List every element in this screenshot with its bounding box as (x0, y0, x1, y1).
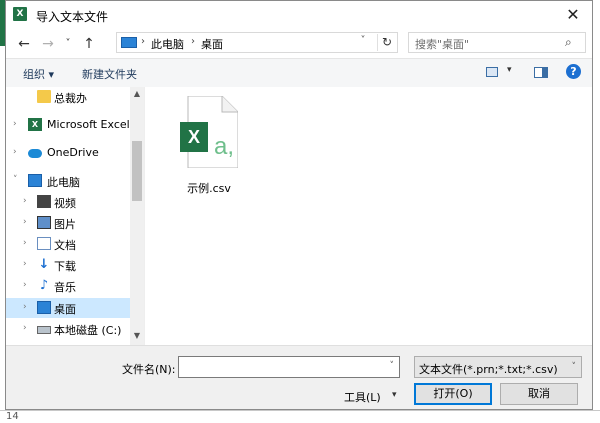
breadcrumb-separator: › (141, 36, 145, 47)
close-button[interactable]: ✕ (554, 1, 592, 29)
filename-label: 文件名(N): (122, 363, 176, 376)
sidebar-item-label: 此电脑 (47, 176, 80, 189)
dialog-footer: 文件名(N): ˅ 文本文件(*.prn;*.txt;*.csv) ˅ 工具(L… (6, 345, 592, 409)
computer-icon (121, 37, 137, 48)
navigation-pane: 总裁办 › X Microsoft Excel › OneDrive ˅ 此电脑… (6, 87, 144, 345)
sidebar-item-local-disk-c[interactable]: › 本地磁盘 (C:) (6, 319, 130, 339)
sidebar-item-desktop[interactable]: › 桌面 (6, 298, 130, 318)
excel-icon: X (28, 118, 42, 131)
filename-input[interactable]: ˅ (178, 356, 400, 378)
file-name: 示例.csv (187, 182, 231, 195)
documents-icon (37, 237, 51, 250)
command-bar: 组织 ▾ 新建文件夹 ▾ ? (6, 58, 592, 88)
pictures-icon (37, 216, 51, 229)
sidebar-item-president-office[interactable]: 总裁办 (6, 87, 130, 107)
refresh-button[interactable]: ↻ (377, 34, 396, 51)
sidebar-item-documents[interactable]: › 文档 (6, 234, 130, 254)
sidebar-item-label: 桌面 (54, 303, 76, 316)
sidebar-item-label: 本地磁盘 (C:) (54, 324, 122, 337)
search-placeholder: 搜索"桌面" (415, 38, 470, 51)
sidebar-item-microsoft-excel[interactable]: › X Microsoft Excel (6, 115, 130, 135)
breadcrumb-this-pc[interactable]: 此电脑 (151, 36, 184, 52)
chevron-right-icon[interactable]: › (23, 238, 27, 248)
help-icon[interactable]: ? (566, 64, 581, 79)
sidebar-item-this-pc[interactable]: ˅ 此电脑 (6, 171, 130, 191)
onedrive-icon (28, 149, 42, 158)
scroll-up-icon[interactable]: ▲ (130, 89, 144, 98)
chevron-right-icon[interactable]: › (13, 119, 17, 129)
up-button[interactable]: ↑ (80, 36, 98, 52)
sidebar-item-label: OneDrive (47, 146, 99, 159)
file-type-value: 文本文件(*.prn;*.txt;*.csv) (419, 363, 558, 376)
folder-icon (37, 90, 51, 103)
chevron-down-icon: ˅ (571, 362, 577, 372)
downloads-icon: ↓ (38, 257, 50, 272)
dialog-title: 导入文本文件 (36, 10, 109, 24)
scroll-down-icon[interactable]: ▼ (130, 331, 144, 340)
title-bar[interactable]: X 导入文本文件 ✕ (6, 1, 592, 29)
sidebar-item-videos[interactable]: › 视频 (6, 192, 130, 212)
forward-button[interactable]: → (39, 36, 57, 52)
sidebar-item-label: 视频 (54, 197, 76, 210)
sidebar-item-label: Microsoft Excel (47, 118, 130, 131)
sidebar-item-onedrive[interactable]: › OneDrive (6, 143, 130, 163)
tools-menu[interactable]: 工具(L) (344, 389, 381, 405)
file-type-select[interactable]: 文本文件(*.prn;*.txt;*.csv) ˅ (414, 356, 582, 378)
breadcrumb-desktop[interactable]: 桌面 (201, 36, 223, 52)
file-icon-badge: X (188, 127, 200, 147)
chevron-right-icon[interactable]: › (23, 280, 27, 290)
recent-locations-button[interactable]: ˅ (59, 36, 77, 52)
sidebar-item-label: 下载 (54, 260, 76, 273)
new-folder-button[interactable]: 新建文件夹 (82, 66, 137, 82)
open-button[interactable]: 打开(O) (414, 383, 492, 405)
sidebar-item-downloads[interactable]: › ↓ 下载 (6, 255, 130, 275)
file-item[interactable]: X a, 示例.csv (176, 96, 242, 196)
scrollbar-thumb[interactable] (132, 141, 142, 201)
address-bar[interactable]: › 此电脑 › 桌面 ˅ ↻ (116, 32, 398, 53)
search-box[interactable]: 搜索"桌面" ⌕ (408, 32, 586, 53)
video-icon (37, 195, 51, 208)
sidebar-item-label: 总裁办 (54, 92, 87, 105)
desktop-icon (37, 301, 51, 314)
row-number: 14 (6, 411, 19, 422)
address-dropdown-button[interactable]: ˅ (355, 35, 371, 46)
chevron-right-icon[interactable]: › (23, 259, 27, 269)
import-text-file-dialog: X 导入文本文件 ✕ ← → ˅ ↑ › 此电脑 › 桌面 ˅ ↻ 搜索"桌面"… (5, 0, 593, 410)
chevron-right-icon[interactable]: › (23, 217, 27, 227)
chevron-right-icon[interactable]: › (23, 196, 27, 206)
sidebar-item-label: 图片 (54, 218, 76, 231)
music-icon: ♪ (39, 278, 49, 293)
sidebar-item-music[interactable]: › ♪ 音乐 (6, 276, 130, 296)
tools-dropdown-icon[interactable]: ▾ (392, 390, 397, 400)
chevron-right-icon[interactable]: › (23, 302, 27, 312)
computer-icon (28, 174, 42, 187)
breadcrumb-separator: › (191, 36, 195, 47)
search-icon[interactable]: ⌕ (565, 35, 572, 50)
chevron-right-icon[interactable]: › (13, 147, 17, 157)
sidebar-item-pictures[interactable]: › 图片 (6, 213, 130, 233)
chevron-down-icon[interactable]: ˅ (390, 361, 395, 371)
file-icon-letter: a, (214, 133, 234, 160)
cancel-button[interactable]: 取消 (500, 383, 578, 405)
organize-menu[interactable]: 组织 ▾ (23, 66, 54, 82)
chevron-down-icon[interactable]: ˅ (13, 175, 18, 185)
preview-pane-icon[interactable] (534, 67, 548, 78)
back-button[interactable]: ← (15, 36, 33, 52)
disk-icon (37, 326, 51, 334)
chevron-right-icon[interactable]: › (23, 323, 27, 333)
view-options-icon[interactable] (486, 67, 498, 77)
view-dropdown-icon[interactable]: ▾ (507, 65, 512, 75)
excel-csv-file-icon: X a, (180, 96, 238, 168)
sidebar-scrollbar[interactable] (130, 87, 144, 345)
sidebar-item-label: 音乐 (54, 281, 76, 294)
excel-background-bottom: 14 (0, 410, 600, 423)
excel-icon: X (13, 7, 27, 21)
sidebar-item-label: 文档 (54, 239, 76, 252)
